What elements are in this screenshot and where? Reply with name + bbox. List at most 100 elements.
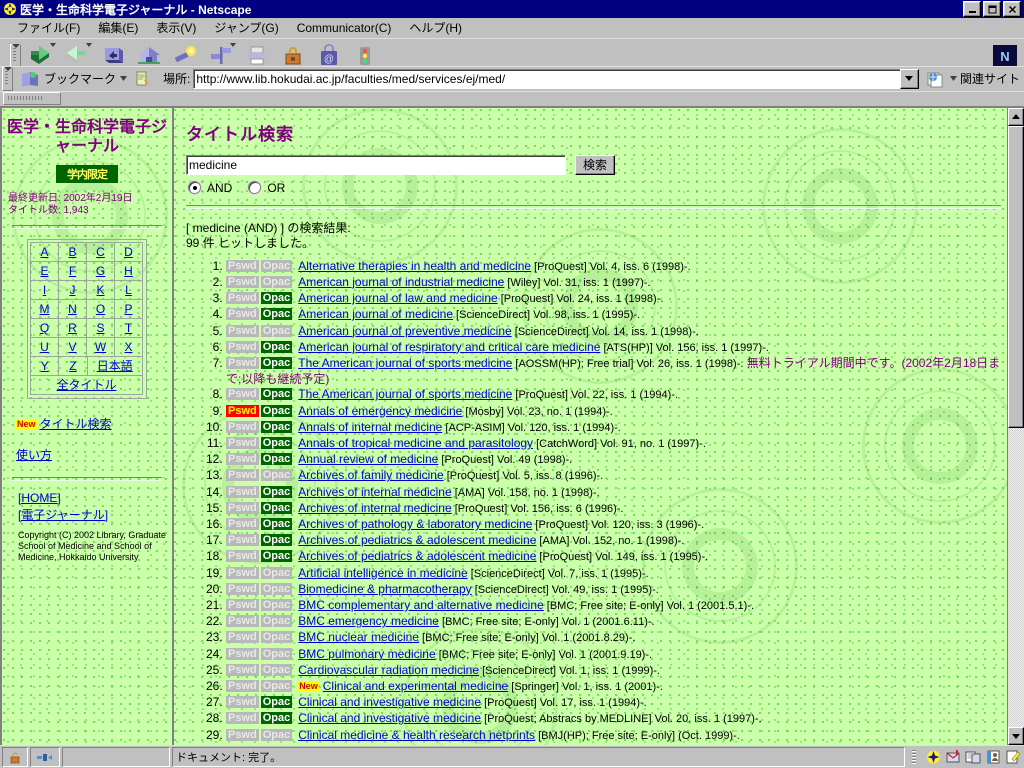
alpha-link-x[interactable]: X (114, 336, 143, 357)
toolbar-back[interactable] (24, 42, 58, 66)
radio-and[interactable] (188, 181, 201, 195)
journal-title-link[interactable]: American journal of preventive medicine (298, 324, 511, 338)
menu-file[interactable]: ファイル(F) (8, 17, 89, 38)
pswd-badge[interactable]: Pswd (226, 712, 259, 725)
opac-badge[interactable]: Opac (260, 340, 293, 353)
journal-title-link[interactable]: The American journal of sports medicine (298, 387, 512, 401)
journal-title-link[interactable]: Clinical and experimental medicine (323, 679, 508, 693)
alpha-link-v[interactable]: V (58, 336, 87, 357)
pswd-badge[interactable]: Pswd (226, 420, 259, 433)
navigator-icon[interactable] (925, 749, 942, 765)
journal-title-link[interactable]: American journal of law and medicine (298, 291, 497, 305)
opac-badge[interactable]: Opac (260, 663, 293, 676)
minimize-button[interactable] (963, 1, 981, 17)
journal-title-link[interactable]: Annual review of medicine (298, 452, 438, 466)
opac-badge[interactable]: Opac (260, 615, 293, 628)
pswd-badge[interactable]: Pswd (226, 501, 259, 514)
personal-toolbar-tab[interactable] (3, 92, 61, 106)
toolbar-home[interactable] (132, 43, 166, 66)
journal-title-link[interactable]: BMC pulmonary medicine (298, 647, 435, 661)
opac-badge[interactable]: Opac (260, 712, 293, 725)
alpha-link-r[interactable]: R (58, 317, 87, 338)
journal-title-link[interactable]: Biomedicine & pharmacotherapy (298, 582, 471, 596)
scroll-up-button[interactable] (1008, 107, 1024, 126)
pswd-badge[interactable]: Pswd (226, 340, 259, 353)
journal-title-link[interactable]: Computer methods and programs in biomedi… (298, 744, 557, 745)
journal-title-link[interactable]: American journal of respiratory and crit… (298, 340, 600, 354)
pswd-badge[interactable]: Pswd (226, 453, 259, 466)
alpha-link-f[interactable]: F (58, 260, 87, 281)
journal-title-link[interactable]: Archives of family medicine (298, 468, 443, 482)
toolbar-reload[interactable] (96, 43, 130, 66)
opac-badge[interactable]: Opac (260, 436, 293, 449)
journal-title-link[interactable]: BMC emergency medicine (298, 614, 439, 628)
opac-badge[interactable]: Opac (260, 292, 293, 305)
opac-badge[interactable]: Opac (260, 534, 293, 547)
search-input[interactable] (186, 154, 566, 175)
toolbar-security[interactable] (276, 43, 310, 66)
pswd-badge[interactable]: Pswd (226, 356, 259, 369)
alpha-link-t[interactable]: T (114, 317, 143, 338)
pswd-badge[interactable]: Pswd (226, 647, 259, 660)
alpha-link-q[interactable]: Q (30, 317, 59, 338)
alpha-link-u[interactable]: U (30, 336, 59, 357)
alpha-link-s[interactable]: S (86, 317, 115, 338)
sidebar-item-ejournal[interactable]: [電子ジャーナル] (18, 506, 168, 523)
newsgroup-icon[interactable] (965, 749, 982, 765)
opac-badge[interactable]: Opac (260, 259, 293, 272)
maximize-button[interactable] (983, 1, 1001, 17)
journal-title-link[interactable]: Annals of emergency medicine (298, 404, 462, 418)
alpha-link-w[interactable]: W (86, 336, 115, 357)
alpha-link-c[interactable]: C (86, 241, 115, 262)
pswd-badge[interactable]: Pswd (226, 582, 259, 595)
journal-title-link[interactable]: American journal of industrial medicine (298, 275, 504, 289)
alpha-link-m[interactable]: M (30, 298, 59, 319)
alpha-link-o[interactable]: O (86, 298, 115, 319)
component-bar-grip[interactable] (911, 749, 920, 765)
url-input[interactable]: http://www.lib.hokudai.ac.jp/faculties/m… (193, 68, 901, 89)
network-connection-icon[interactable] (30, 747, 60, 767)
opac-badge[interactable]: Opac (260, 647, 293, 660)
menu-go[interactable]: ジャンプ(G) (205, 17, 287, 38)
pswd-badge[interactable]: Pswd (226, 566, 259, 579)
opac-badge[interactable]: Opac (260, 356, 293, 369)
alpha-link-k[interactable]: K (86, 279, 115, 300)
journal-title-link[interactable]: Clinical and investigative medicine (298, 695, 481, 709)
toolbar-search[interactable] (168, 43, 202, 66)
journal-title-link[interactable]: Cardiovascular radiation medicine (298, 663, 479, 677)
menu-help[interactable]: ヘルプ(H) (400, 17, 471, 38)
alpha-link-g[interactable]: G (86, 260, 115, 281)
opac-badge[interactable]: Opac (260, 550, 293, 563)
journal-title-link[interactable]: The American journal of sports medicine (298, 356, 512, 370)
journal-title-link[interactable]: Alternative therapies in health and medi… (298, 259, 531, 273)
opac-badge[interactable]: Opac (260, 679, 293, 692)
scrollbar-track[interactable] (1008, 125, 1024, 727)
sidebar-item-home[interactable]: [HOME] (18, 491, 168, 505)
journal-title-link[interactable]: BMC complementary and alternative medici… (298, 598, 543, 612)
pswd-badge[interactable]: Pswd (226, 679, 259, 692)
journal-title-link[interactable]: Archives of internal medicine (298, 501, 451, 515)
alpha-link-p[interactable]: P (114, 298, 143, 319)
opac-badge[interactable]: Opac (260, 308, 293, 321)
journal-title-link[interactable]: American journal of medicine (298, 307, 453, 321)
menu-view[interactable]: 表示(V) (147, 17, 205, 38)
opac-badge[interactable]: Opac (260, 501, 293, 514)
journal-title-link[interactable]: Annals of internal medicine (298, 420, 442, 434)
sidebar-item-title-search[interactable]: タイトル検索 (40, 417, 112, 431)
pswd-badge[interactable]: Pswd (226, 534, 259, 547)
opac-badge[interactable]: Opac (260, 453, 293, 466)
netscape-n-icon[interactable]: N (990, 43, 1020, 66)
opac-badge[interactable]: Opac (260, 631, 293, 644)
composer-icon[interactable] (1005, 749, 1022, 765)
journal-title-link[interactable]: Clinical medicine & health research netp… (298, 728, 535, 742)
toolbar-stop[interactable] (348, 43, 382, 66)
alpha-link-b[interactable]: B (58, 241, 87, 262)
search-button[interactable]: 検索 (575, 154, 615, 175)
alpha-link-e[interactable]: E (30, 260, 59, 281)
pswd-badge[interactable]: Pswd (226, 404, 259, 417)
opac-badge[interactable]: Opac (260, 582, 293, 595)
journal-title-link[interactable]: BMC nuclear medicine (298, 630, 419, 644)
addressbook-icon[interactable] (985, 749, 1002, 765)
toolbar-print[interactable] (240, 43, 274, 66)
pswd-badge[interactable]: Pswd (226, 663, 259, 676)
